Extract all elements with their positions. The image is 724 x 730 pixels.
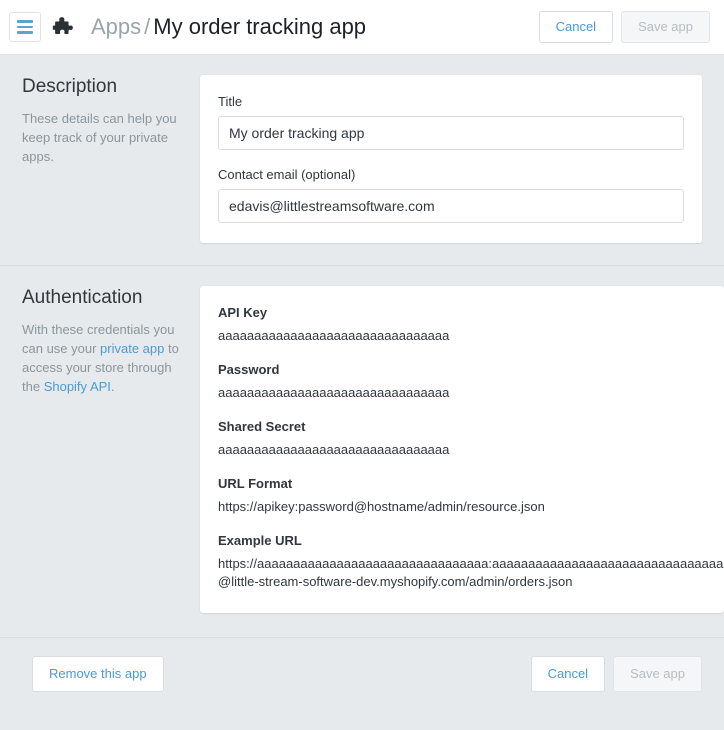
credential-api-key: API Key aaaaaaaaaaaaaaaaaaaaaaaaaaaaaaaa bbox=[218, 304, 706, 345]
remove-app-button[interactable]: Remove this app bbox=[32, 656, 164, 692]
top-bar: Apps / My order tracking app Cancel Save a… bbox=[0, 0, 724, 55]
footer-actions: Cancel Save app bbox=[530, 656, 702, 692]
credential-example-url: Example URL https://aaaaaaaaaaaaaaaaaaaa… bbox=[218, 532, 723, 591]
credential-value: aaaaaaaaaaaaaaaaaaaaaaaaaaaaaaaa bbox=[218, 328, 450, 343]
auth-help-text-3: . bbox=[110, 379, 115, 394]
private-app-link[interactable]: private app bbox=[100, 341, 164, 356]
credential-label: Example URL bbox=[218, 533, 302, 548]
hamburger-menu-icon-bar bbox=[17, 31, 33, 34]
credential-password: Password aaaaaaaaaaaaaaaaaaaaaaaaaaaaaaa… bbox=[218, 361, 706, 402]
credential-url-format: URL Format https://apikey:password@hostn… bbox=[218, 475, 706, 516]
credential-shared-secret: Shared Secret aaaaaaaaaaaaaaaaaaaaaaaaaa… bbox=[218, 418, 706, 459]
credential-value: aaaaaaaaaaaaaaaaaaaaaaaaaaaaaaaa bbox=[218, 385, 450, 400]
credential-label: API Key bbox=[218, 305, 268, 320]
description-section: Description These details can help you k… bbox=[0, 55, 724, 265]
contact-email-field-label: Contact email (optional) bbox=[218, 167, 356, 182]
credential-value: https://aaaaaaaaaaaaaaaaaaaaaaaaaaaaaaaa… bbox=[218, 556, 724, 589]
breadcrumb-parent-link[interactable]: Apps bbox=[91, 14, 141, 39]
contact-email-field-group: Contact email (optional) bbox=[218, 166, 684, 223]
save-app-button-footer[interactable]: Save app bbox=[613, 656, 702, 692]
title-field-group: Title bbox=[218, 93, 684, 150]
title-input[interactable] bbox=[218, 116, 684, 150]
credential-value: https://apikey:password@hostname/admin/r… bbox=[218, 499, 545, 514]
authentication-help-text: With these credentials you can use your … bbox=[22, 320, 182, 396]
breadcrumb: Apps / My order tracking app bbox=[91, 14, 529, 40]
credentials-card: API Key aaaaaaaaaaaaaaaaaaaaaaaaaaaaaaaa… bbox=[200, 286, 724, 613]
puzzle-piece-icon bbox=[51, 14, 77, 40]
cancel-button-footer[interactable]: Cancel bbox=[530, 656, 606, 692]
authentication-heading: Authentication bbox=[22, 287, 143, 308]
page-title: My order tracking app bbox=[153, 14, 367, 39]
hamburger-menu-icon-bar bbox=[17, 25, 33, 29]
credential-label: Password bbox=[218, 362, 280, 377]
description-heading: Description bbox=[22, 76, 118, 97]
top-bar-actions: Cancel Save app bbox=[538, 11, 710, 43]
page-footer: Remove this app Cancel Save app bbox=[0, 638, 724, 714]
breadcrumb-separator: / bbox=[144, 14, 151, 39]
hamburger-menu-icon bbox=[17, 20, 33, 23]
hamburger-menu-button[interactable] bbox=[9, 12, 41, 42]
shopify-api-link[interactable]: Shopify API bbox=[44, 379, 111, 394]
authentication-aside: Authentication With these credentials yo… bbox=[22, 286, 200, 613]
description-aside: Description These details can help you k… bbox=[22, 75, 200, 243]
contact-email-input[interactable] bbox=[218, 189, 684, 223]
credential-label: Shared Secret bbox=[218, 419, 306, 434]
authentication-section: Authentication With these credentials yo… bbox=[0, 266, 724, 637]
credential-value: aaaaaaaaaaaaaaaaaaaaaaaaaaaaaaaa bbox=[218, 442, 450, 457]
title-field-label: Title bbox=[218, 94, 243, 109]
credential-label: URL Format bbox=[218, 476, 293, 491]
save-app-button-top[interactable]: Save app bbox=[621, 11, 710, 43]
description-help-text: These details can help you keep track of… bbox=[22, 111, 177, 164]
description-card: Title Contact email (optional) bbox=[200, 75, 702, 243]
cancel-button-top[interactable]: Cancel bbox=[538, 11, 614, 43]
